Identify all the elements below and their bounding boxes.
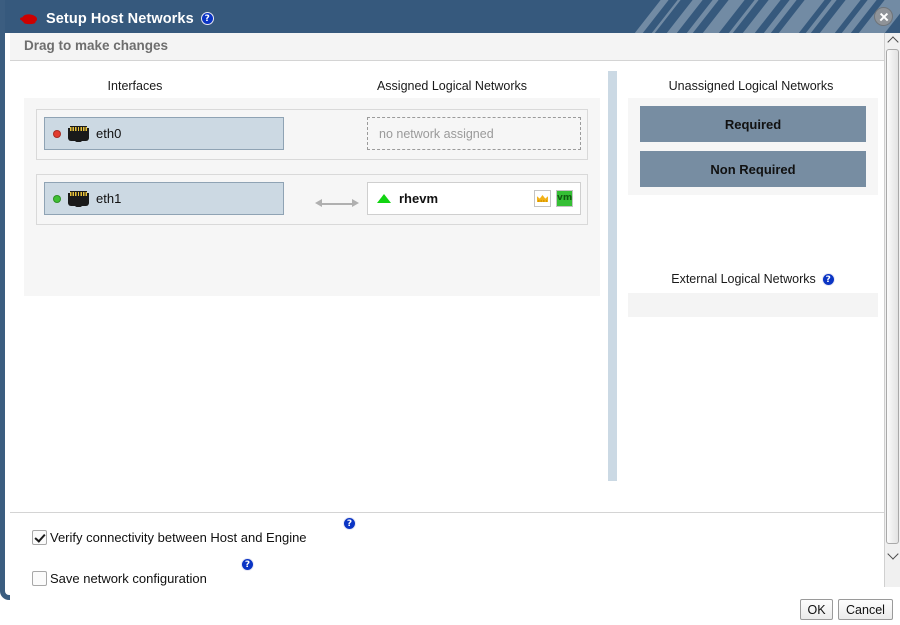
external-networks-label: External Logical Networks [671, 272, 816, 286]
interface-group-eth0[interactable]: eth0 no network assigned [36, 109, 588, 160]
column-header-interfaces: Interfaces [26, 79, 244, 93]
vertical-scrollbar[interactable] [884, 33, 900, 563]
unassigned-bucket-required[interactable]: Required [640, 106, 866, 142]
close-icon[interactable] [874, 7, 893, 26]
interface-item-eth0[interactable]: eth0 [44, 117, 284, 150]
unassigned-bucket-non-required-label: Non Required [710, 162, 795, 177]
attachment-arrow-icon [315, 199, 359, 208]
status-dot-up-icon [53, 195, 61, 203]
dialog-footer: OK Cancel [10, 587, 900, 625]
cancel-button[interactable]: Cancel [838, 599, 893, 620]
redhat-logo-icon [19, 11, 39, 26]
interface-item-eth1[interactable]: eth1 [44, 182, 284, 215]
nic-port-icon [68, 125, 89, 142]
networks-content: Interfaces Assigned Logical Networks Una… [10, 62, 884, 512]
no-network-assigned-text: no network assigned [379, 127, 494, 141]
setup-host-networks-dialog: Setup Host Networks ? Drag to make chang… [0, 0, 900, 600]
title-bar: Setup Host Networks ? [5, 0, 900, 33]
assigned-network-rhevm[interactable]: rhevm [367, 182, 581, 215]
panel-splitter[interactable] [608, 71, 617, 481]
assigned-network-dropzone-eth0[interactable]: no network assigned [367, 117, 581, 150]
unassigned-bucket-required-label: Required [725, 117, 781, 132]
management-crown-icon [534, 190, 551, 207]
scrollbar-thumb[interactable] [886, 49, 899, 544]
interfaces-panel: eth0 no network assigned eth1 [24, 98, 600, 296]
column-header-unassigned-networks: Unassigned Logical Networks [620, 79, 882, 93]
title-help-icon[interactable]: ? [201, 12, 214, 25]
column-header-assigned-networks: Assigned Logical Networks [285, 79, 619, 93]
unassigned-bucket-non-required[interactable]: Non Required [640, 151, 866, 187]
option-save-network-configuration[interactable]: Save network configuration ? [32, 571, 207, 586]
save-network-configuration-checkbox[interactable] [32, 571, 47, 586]
verify-connectivity-label: Verify connectivity between Host and Eng… [50, 530, 307, 545]
options-section: Verify connectivity between Host and Eng… [10, 512, 884, 587]
option-verify-connectivity[interactable]: Verify connectivity between Host and Eng… [32, 530, 307, 545]
scrollbar-track-bottom[interactable] [884, 563, 900, 587]
nic-port-icon [68, 190, 89, 207]
external-networks-header: External Logical Networks ? [628, 272, 878, 286]
unassigned-networks-panel: Required Non Required [628, 98, 878, 195]
status-dot-down-icon [53, 130, 61, 138]
verify-connectivity-help-icon[interactable]: ? [343, 517, 356, 530]
interface-label-eth1: eth1 [96, 191, 121, 206]
drag-hint-text: Drag to make changes [24, 38, 168, 53]
save-network-configuration-label: Save network configuration [50, 571, 207, 586]
interface-group-eth1[interactable]: eth1 rhevm [36, 174, 588, 225]
scroll-down-icon[interactable] [885, 548, 900, 563]
ok-button[interactable]: OK [800, 599, 833, 620]
dialog-body: Drag to make changes Interfaces Assigned… [10, 33, 900, 595]
external-networks-panel[interactable] [628, 293, 878, 317]
save-network-configuration-help-icon[interactable]: ? [241, 558, 254, 571]
scroll-up-icon[interactable] [885, 33, 900, 48]
external-networks-help-icon[interactable]: ? [822, 273, 835, 286]
vm-network-icon [556, 190, 573, 207]
drag-hint-banner: Drag to make changes [10, 33, 884, 61]
interface-label-eth0: eth0 [96, 126, 121, 141]
verify-connectivity-checkbox[interactable] [32, 530, 47, 545]
green-triangle-up-icon [377, 194, 391, 203]
window-title: Setup Host Networks [46, 11, 194, 27]
assigned-network-label: rhevm [399, 191, 529, 206]
